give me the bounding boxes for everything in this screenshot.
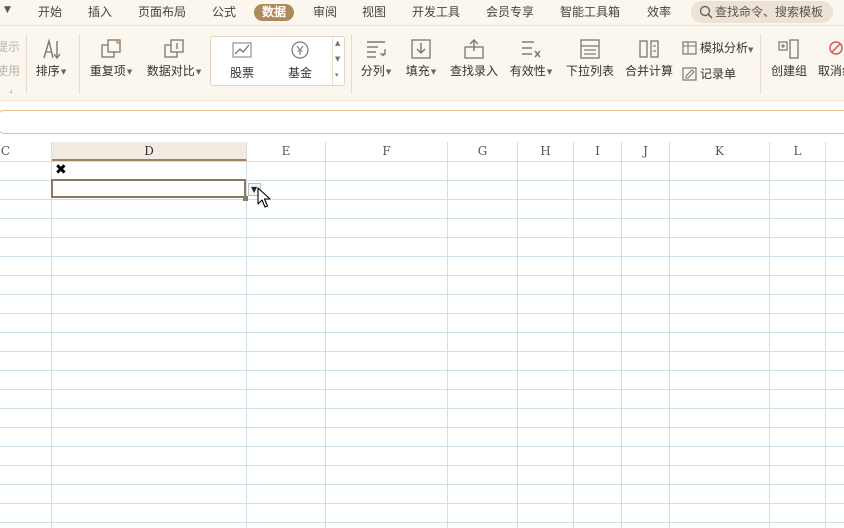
ungroup-label: 取消组 (817, 64, 844, 78)
tab-insert[interactable]: 插入 (88, 4, 112, 21)
fill-handle[interactable] (243, 196, 248, 201)
lookup-entry-button[interactable]: 查找录入 (448, 38, 500, 78)
column-header-k[interactable]: K (670, 142, 770, 161)
ribbon-separator (26, 34, 27, 94)
data-compare-icon (164, 39, 184, 58)
command-search-box[interactable]: 查找命令、搜索模板 (691, 1, 833, 23)
column-header-m[interactable] (826, 142, 844, 161)
split-columns-button[interactable]: 分列▼ (357, 38, 395, 79)
column-header-i[interactable]: I (574, 142, 622, 161)
dialog-launcher-icon[interactable]: ⌟ (9, 85, 13, 94)
consolidate-label: 合并计算 (624, 64, 673, 78)
gallery-more-icon[interactable]: ▾ (335, 71, 339, 79)
duplicates-label: 重复项 (89, 64, 126, 78)
column-header-f[interactable]: F (326, 142, 448, 161)
create-group-button[interactable]: 创建组 (768, 38, 810, 78)
stocks-funds-gallery[interactable]: 股票 基金 ▲ ▼ ▾ (210, 36, 345, 86)
duplicates-button[interactable]: 重复项▼ (86, 38, 136, 79)
data-ribbon: 提示 使用 ⌟ 排序▼ 重复项▼ 数据对比▼ 股票 基金 ▲ ▼ ▾ 分列▼ 填… (0, 26, 844, 101)
what-if-label: 模拟分析 (700, 41, 749, 55)
stocks-label: 股票 (229, 66, 254, 80)
yuan-coin-icon (291, 41, 309, 59)
ribbon-tab-bar: ▼ 开始 插入 页面布局 公式 数据 审阅 视图 开发工具 会员专享 智能工具箱… (0, 0, 844, 26)
gallery-up-icon[interactable]: ▲ (335, 39, 340, 47)
column-header-l[interactable]: L (770, 142, 826, 161)
duplicates-icon (101, 39, 121, 58)
tab-efficiency[interactable]: 效率 (647, 4, 671, 21)
sort-icon (43, 38, 61, 60)
partial-left-bottom-label: 使用 (0, 64, 21, 78)
fill-label: 填充 (405, 64, 430, 78)
column-header-h[interactable]: H (518, 142, 574, 161)
column-header-g[interactable]: G (448, 142, 518, 161)
split-columns-label: 分列 (360, 64, 385, 78)
column-header-j[interactable]: J (622, 142, 670, 161)
tab-smart-toolbox[interactable]: 智能工具箱 (560, 4, 620, 21)
fill-down-icon (411, 39, 431, 59)
tab-data[interactable]: 数据 (254, 4, 295, 21)
what-if-analysis-button[interactable]: 模拟分析▼ (682, 40, 753, 56)
ribbon-separator (351, 34, 352, 94)
menu-chevron-icon[interactable]: ▼ (4, 5, 11, 15)
funds-button[interactable]: 基金 (283, 41, 317, 81)
formula-bar-area (0, 101, 844, 142)
tab-review[interactable]: 审阅 (313, 4, 337, 21)
record-form-icon (682, 67, 697, 81)
validity-button[interactable]: 有效性▼ (507, 38, 555, 79)
search-placeholder: 查找命令、搜索模板 (715, 5, 824, 19)
validity-label: 有效性 (509, 64, 546, 78)
lookup-entry-label: 查找录入 (449, 64, 498, 78)
dropdown-list-icon (580, 39, 600, 59)
tab-developer[interactable]: 开发工具 (412, 4, 460, 21)
tab-member[interactable]: 会员专享 (486, 4, 534, 21)
consolidate-icon (639, 40, 659, 58)
lookup-entry-icon (464, 39, 484, 59)
partial-left-top-label: 提示 (0, 40, 21, 54)
validity-icon (522, 41, 541, 58)
ribbon-separator (760, 34, 761, 94)
formula-input[interactable] (0, 110, 844, 134)
ungroup-button[interactable]: 取消组 (816, 38, 844, 78)
partial-left-group[interactable]: 提示 使用 (0, 40, 21, 78)
dropdown-list-button[interactable]: 下拉列表 (564, 38, 616, 78)
funds-label: 基金 (287, 66, 312, 80)
consolidate-button[interactable]: 合并计算 (623, 38, 675, 78)
create-group-label: 创建组 (770, 64, 807, 78)
stocks-button[interactable]: 股票 (225, 41, 259, 81)
column-header-d[interactable]: D (52, 142, 247, 161)
ungroup-icon (829, 41, 843, 55)
search-icon (699, 5, 713, 19)
tab-formulas[interactable]: 公式 (212, 4, 236, 21)
tab-home[interactable]: 开始 (38, 4, 62, 21)
tab-page-layout[interactable]: 页面布局 (138, 4, 186, 21)
data-compare-button[interactable]: 数据对比▼ (144, 38, 204, 79)
split-columns-icon (367, 41, 386, 58)
record-form-button[interactable]: 记录单 (682, 66, 736, 82)
record-form-label: 记录单 (700, 67, 737, 81)
spreadsheet-grid[interactable] (0, 161, 844, 528)
dropdown-list-label: 下拉列表 (565, 64, 614, 78)
mouse-pointer-icon (257, 187, 271, 208)
stock-chart-icon (232, 42, 252, 58)
sort-button[interactable]: 排序▼ (32, 38, 70, 79)
gallery-scroll[interactable]: ▲ ▼ ▾ (332, 37, 344, 85)
data-compare-label: 数据对比 (146, 64, 195, 78)
gallery-down-icon[interactable]: ▼ (335, 55, 340, 63)
what-if-icon (682, 41, 697, 55)
column-header-e[interactable]: E (247, 142, 326, 161)
active-cell[interactable] (51, 179, 246, 198)
create-group-icon (778, 39, 799, 59)
cell-x-mark: ✖ (55, 162, 67, 178)
sort-label: 排序 (35, 64, 60, 78)
fill-button[interactable]: 填充▼ (402, 38, 440, 79)
tab-view[interactable]: 视图 (362, 4, 386, 21)
ribbon-separator (79, 34, 80, 94)
column-header-c[interactable]: C (0, 142, 52, 161)
column-header-row: C D E F G H I J K L (0, 142, 844, 162)
